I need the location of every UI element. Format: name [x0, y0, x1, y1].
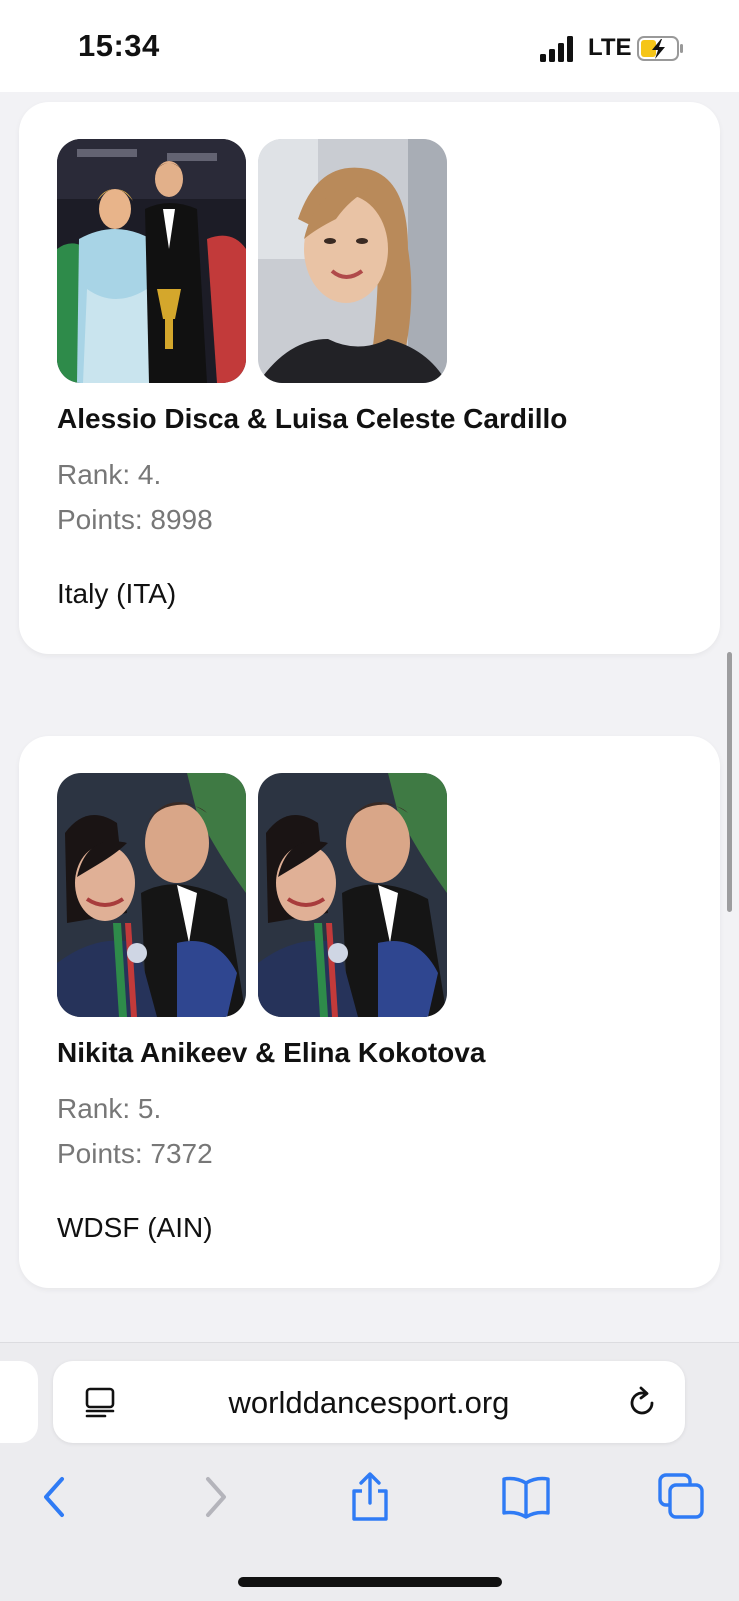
rank-text: Rank: 4.	[57, 459, 162, 490]
back-icon[interactable]	[28, 1469, 84, 1525]
address-bar[interactable]: worlddancesport.org	[53, 1361, 685, 1443]
portrait-photo[interactable]	[258, 139, 447, 383]
points-text: Points: 8998	[57, 504, 213, 535]
rank-text: Rank: 5.	[57, 1093, 162, 1124]
status-bar: 15:34 LTE	[0, 0, 739, 92]
couple-photo[interactable]	[57, 139, 246, 383]
share-icon[interactable]	[342, 1469, 398, 1525]
forward-icon[interactable]	[186, 1469, 242, 1525]
network-label: LTE	[588, 34, 632, 61]
couple-name[interactable]: Alessio Disca & Luisa Celeste Cardillo	[57, 403, 567, 435]
url-text[interactable]: worlddancesport.org	[53, 1385, 685, 1421]
reload-icon[interactable]	[624, 1385, 660, 1421]
scroll-indicator[interactable]	[727, 652, 732, 912]
points-text: Points: 7372	[57, 1138, 213, 1169]
battery-charging-icon	[637, 36, 683, 61]
couple-name[interactable]: Nikita Anikeev & Elina Kokotova	[57, 1037, 485, 1069]
web-content[interactable]: Alessio Disca & Luisa Celeste Cardillo R…	[0, 92, 739, 1342]
tabs-icon[interactable]	[654, 1469, 710, 1525]
athlete-card[interactable]: Alessio Disca & Luisa Celeste Cardillo R…	[19, 102, 720, 654]
browser-toolbar: worlddancesport.org	[0, 1342, 739, 1601]
signal-icon	[540, 36, 576, 62]
country-text: WDSF (AIN)	[57, 1212, 213, 1243]
country-text: Italy (ITA)	[57, 578, 177, 609]
home-indicator[interactable]	[238, 1577, 502, 1587]
couple-photo[interactable]	[258, 773, 447, 1017]
athlete-card[interactable]: Nikita Anikeev & Elina Kokotova Rank: 5.…	[19, 736, 720, 1288]
couple-photo[interactable]	[57, 773, 246, 1017]
bookmarks-icon[interactable]	[498, 1469, 554, 1525]
previous-tab-preview[interactable]	[0, 1361, 38, 1443]
status-time: 15:34	[78, 28, 160, 63]
